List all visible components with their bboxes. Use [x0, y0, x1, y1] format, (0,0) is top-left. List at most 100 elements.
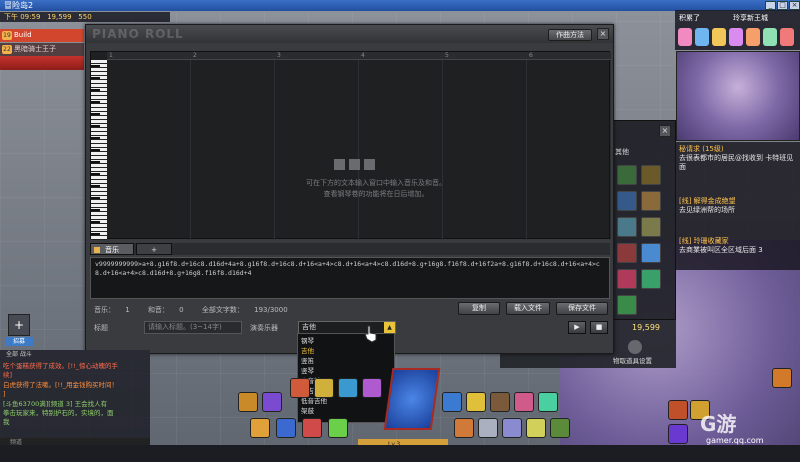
skill-slot[interactable] — [238, 392, 258, 412]
skill-slot[interactable] — [250, 418, 270, 438]
window-title: 冒险岛2 — [4, 1, 34, 10]
skill-slot[interactable] — [538, 392, 558, 412]
skill-slot[interactable] — [262, 392, 282, 412]
chat-line: 续] — [3, 371, 13, 379]
inventory-slot[interactable] — [641, 191, 661, 211]
level-bar: Lv.3 — [358, 439, 448, 448]
item-settings-label[interactable]: 物取道具设置 — [613, 355, 652, 365]
inventory-tab[interactable]: 其他 — [615, 147, 629, 157]
close-icon[interactable]: × — [659, 125, 671, 137]
recruit-button[interactable]: + — [8, 314, 30, 336]
skill-slot[interactable] — [550, 418, 570, 438]
avatar[interactable] — [678, 28, 692, 46]
measure-number: 1 — [109, 52, 113, 59]
skill-slot[interactable] — [362, 378, 382, 398]
inventory-slot[interactable] — [617, 269, 637, 289]
quest-entry-desc: 去很表都市的居民@找收到 卡特班见面 — [679, 154, 794, 171]
menu-icon[interactable] — [772, 368, 792, 388]
quest-label: Build — [14, 31, 32, 39]
party-panel — [0, 56, 84, 70]
tab-music[interactable]: 音乐 — [90, 243, 134, 255]
skill-slot[interactable] — [442, 392, 462, 412]
piano-roll[interactable]: 1 2 3 4 5 6 可在下方的文本输入窗口中输入音乐及和音。 查看钢琴卷的功… — [90, 51, 611, 240]
tab-music-label: 音乐 — [105, 246, 119, 254]
title-input[interactable]: 请输入标题。(3~14字) — [144, 321, 242, 334]
quest-entry-title: [线] 玲珊收藏家 — [679, 237, 729, 245]
avatar[interactable] — [780, 28, 794, 46]
load-file-button[interactable]: 载入文件 — [506, 302, 550, 315]
loading-blocks-icon — [334, 159, 379, 173]
chat-line: 白虎获得了法嗽。[!!_用金钱购买时间！ — [3, 381, 118, 389]
minimize-button[interactable]: _ — [765, 1, 776, 10]
extra-count: 550 — [78, 13, 92, 21]
mml-input[interactable]: v9999999999>a+8.g16f8.d+16c8.d16d+4a+8.g… — [90, 257, 610, 299]
menu-icon[interactable] — [668, 400, 688, 420]
save-file-button[interactable]: 保存文件 — [556, 302, 608, 315]
instrument-option[interactable]: 竖笛 — [301, 356, 391, 366]
skill-slot[interactable] — [314, 378, 334, 398]
quest-tracker-item[interactable]: 22 黑暗骑士王子 — [0, 43, 84, 56]
measure-number: 4 — [361, 52, 365, 59]
avatar[interactable] — [712, 28, 726, 46]
char-count-label: 全部文字数： — [201, 306, 244, 314]
menu-icon[interactable] — [668, 424, 688, 444]
skill-slot[interactable] — [454, 418, 474, 438]
inventory-slot[interactable] — [641, 269, 661, 289]
instrument-option[interactable]: 架鼓 — [301, 406, 391, 416]
help-button[interactable]: 作曲方法 — [548, 29, 592, 41]
chevron-up-icon: ▲ — [384, 322, 395, 333]
skill-slot[interactable] — [490, 392, 510, 412]
gear-icon[interactable] — [628, 340, 642, 354]
inventory-slot[interactable] — [641, 165, 661, 185]
quest-entry[interactable]: [线] 玲珊收藏家 去商業被叫区全区域后面 3 — [679, 237, 797, 255]
top-right-hud: 积累了 玲享新王城 — [675, 10, 800, 50]
close-window-button[interactable]: × — [789, 1, 800, 10]
skill-slot[interactable] — [276, 418, 296, 438]
instrument-option[interactable]: 吉他 — [301, 346, 391, 356]
minimap[interactable] — [676, 51, 800, 141]
inventory-slot[interactable] — [617, 191, 637, 211]
quest-entry[interactable]: 秘请求 (15级) 去很表都市的居民@找收到 卡特班见面 — [679, 145, 797, 172]
inventory-slot[interactable] — [617, 217, 637, 237]
skill-slot[interactable] — [328, 418, 348, 438]
skill-slot[interactable] — [514, 392, 534, 412]
inventory-slot[interactable] — [641, 217, 661, 237]
harmony-count: 0 — [179, 306, 184, 314]
chat-tabs[interactable]: 全部 战斗 — [0, 350, 150, 360]
hand-cursor-icon — [364, 325, 377, 343]
inventory-slot[interactable] — [641, 243, 661, 263]
inventory-slot[interactable] — [617, 243, 637, 263]
gold-text: 19,599 — [47, 13, 72, 21]
measure-number: 3 — [277, 52, 281, 59]
close-icon[interactable]: × — [597, 28, 609, 40]
skill-slot[interactable] — [338, 378, 358, 398]
money-amount: 19,599 — [632, 323, 660, 332]
avatar[interactable] — [763, 28, 777, 46]
quest-entry-title: 秘请求 (15级) — [679, 145, 724, 153]
music-count: 1 — [125, 306, 130, 314]
quest-tracker-item[interactable]: 19 Build — [0, 29, 84, 42]
stop-button[interactable]: ■ — [590, 321, 608, 334]
avatar[interactable] — [695, 28, 709, 46]
inventory-slot[interactable] — [617, 295, 637, 315]
inventory-slot[interactable] — [617, 165, 637, 185]
maximize-button[interactable]: □ — [777, 1, 788, 10]
inventory-panel: 其他 × — [610, 120, 676, 320]
skill-slot[interactable] — [478, 418, 498, 438]
add-track-button[interactable]: + — [136, 243, 172, 255]
skill-slot[interactable] — [290, 378, 310, 398]
quest-label: 黑暗骑士王子 — [14, 45, 56, 53]
skill-slot[interactable] — [526, 418, 546, 438]
skill-slot[interactable] — [302, 418, 322, 438]
avatar[interactable] — [729, 28, 743, 46]
skill-slot[interactable] — [466, 392, 486, 412]
watermark-url: gamer.qq.com — [706, 436, 764, 445]
copy-button[interactable]: 复制 — [458, 302, 500, 315]
music-tab-icon — [94, 247, 100, 253]
instrument-option[interactable]: 竖琴 — [301, 366, 391, 376]
watermark-logo: G游 — [700, 412, 737, 436]
play-button[interactable]: ▶ — [568, 321, 586, 334]
quest-entry[interactable]: [线] 解得金成绝望 去见绿洲帮的场所 — [679, 197, 797, 215]
avatar[interactable] — [746, 28, 760, 46]
skill-slot[interactable] — [502, 418, 522, 438]
